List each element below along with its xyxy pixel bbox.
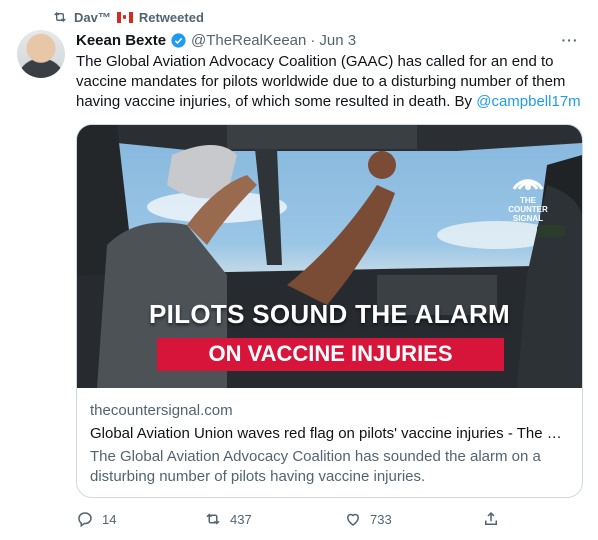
- reply-icon: [78, 512, 92, 528]
- retweet-button[interactable]: 437: [204, 510, 252, 528]
- tweet-header: Keean Bexte @TheRealKeean · Jun 3: [76, 30, 578, 50]
- retweet-icon: [206, 513, 220, 525]
- brand-line-1: THE: [520, 196, 536, 205]
- author-handle[interactable]: @TheRealKeean: [191, 32, 306, 49]
- reply-count: 14: [102, 511, 117, 527]
- retweet-icon: [54, 12, 66, 22]
- share-button[interactable]: [482, 510, 500, 528]
- card-title[interactable]: Global Aviation Union waves red flag on …: [90, 425, 570, 442]
- more-options-icon[interactable]: ···: [560, 30, 580, 50]
- retweeted-label: Retweeted: [138, 9, 204, 25]
- share-icon: [485, 511, 497, 525]
- card-image[interactable]: THE COUNTER SIGNAL PILOTS SOUND THE ALAR…: [77, 125, 582, 388]
- like-count: 733: [370, 511, 392, 527]
- card-domain[interactable]: thecountersignal.com: [90, 402, 233, 419]
- canada-flag-icon: [116, 11, 133, 23]
- counter-signal-logo: THE COUNTER SIGNAL: [500, 161, 556, 231]
- author-name[interactable]: Keean Bexte: [76, 32, 166, 49]
- retweet-count: 437: [230, 511, 252, 527]
- avatar[interactable]: [17, 30, 65, 78]
- brand-line-2: COUNTER: [508, 205, 548, 214]
- tweet-actions: 14 437 733: [76, 510, 506, 530]
- signal-waves-icon: [512, 179, 544, 190]
- image-headline-top: PILOTS SOUND THE ALARM: [149, 299, 510, 329]
- card-description[interactable]: The Global Aviation Advocacy Coalition h…: [90, 447, 560, 487]
- retweet-header: Dav™ Retweeted: [52, 8, 204, 26]
- verified-badge-icon: [171, 32, 186, 48]
- separator-dot: ·: [310, 31, 316, 49]
- mention-link[interactable]: @campbell17m: [476, 93, 580, 110]
- reply-button[interactable]: 14: [76, 510, 116, 528]
- like-button[interactable]: 733: [344, 510, 392, 528]
- brand-line-3: SIGNAL: [512, 214, 544, 223]
- link-card[interactable]: THE COUNTER SIGNAL PILOTS SOUND THE ALAR…: [76, 124, 583, 498]
- heart-icon: [346, 513, 360, 526]
- tweet-date[interactable]: Jun 3: [319, 32, 356, 49]
- image-headline-banner: ON VACCINE INJURIES: [157, 338, 504, 371]
- tweet-text: The Global Aviation Advocacy Coalition (…: [76, 52, 584, 112]
- retweeter-name[interactable]: Dav™: [74, 10, 111, 25]
- image-headline-bottom: ON VACCINE INJURIES: [208, 341, 453, 366]
